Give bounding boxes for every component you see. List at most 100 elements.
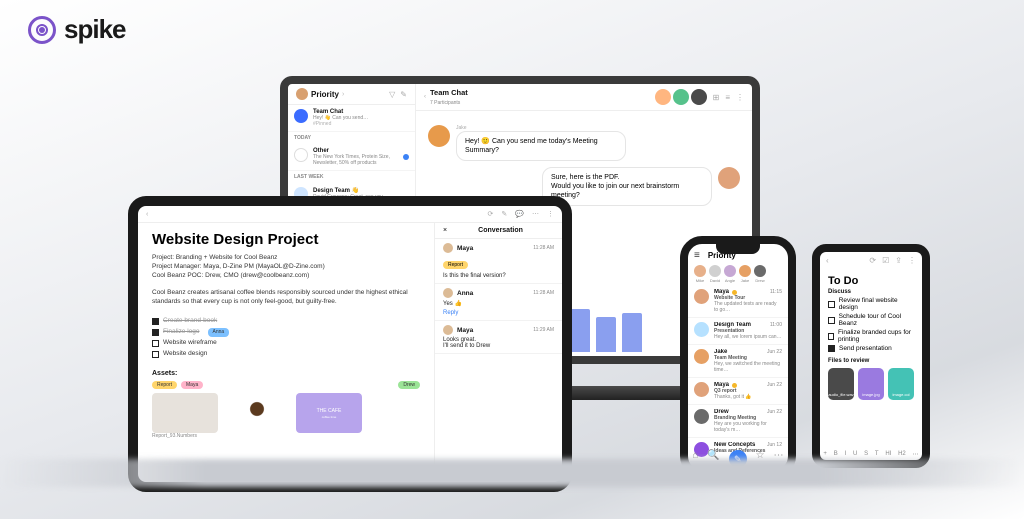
item-preview: Hey are you working for today's m…: [714, 421, 782, 433]
person-avatar[interactable]: [754, 265, 766, 277]
back-icon[interactable]: ‹: [146, 211, 148, 218]
close-icon[interactable]: ×: [443, 227, 447, 234]
asset-tag[interactable]: Drew: [398, 381, 420, 390]
list-item[interactable]: Maya Jun 22 Q3 report Thanks, got it 👍: [688, 378, 788, 405]
format-button[interactable]: ☰: [239, 489, 244, 492]
format-button[interactable]: ≡: [260, 490, 264, 493]
checkbox-icon[interactable]: [152, 340, 159, 347]
item-avatar: [694, 349, 709, 364]
more-icon[interactable]: ⋯: [532, 210, 539, 218]
format-button[interactable]: B: [146, 490, 150, 493]
checkbox-icon[interactable]: [828, 301, 835, 308]
back-icon[interactable]: ‹: [826, 256, 829, 265]
asset-thumb[interactable]: THE CAFEcoffee time: [296, 393, 362, 433]
toolbar-button[interactable]: U: [853, 451, 857, 458]
format-button[interactable]: ≡: [250, 490, 254, 493]
todo-item[interactable]: Schedule tour of Cool Beanz: [828, 313, 914, 327]
item-date: Jun 22: [767, 349, 782, 355]
format-button[interactable]: GIF: [315, 490, 325, 493]
checkbox-icon[interactable]: [828, 317, 835, 324]
conversation-item[interactable]: Maya 11:28 AM Report Is this the final v…: [435, 239, 562, 284]
options-icon[interactable]: ⋮: [736, 93, 744, 102]
file-chip[interactable]: image.jpg: [858, 368, 884, 400]
format-button[interactable]: 🕒: [371, 489, 378, 492]
format-button[interactable]: ≡: [270, 490, 274, 493]
format-button[interactable]: T: [184, 490, 188, 493]
task-item[interactable]: Website design: [152, 350, 420, 359]
sidebar-item[interactable]: Other The New York Times, Protein Size, …: [288, 144, 415, 171]
menu-icon[interactable]: ⋮: [547, 210, 554, 218]
asset-thumb[interactable]: [152, 393, 218, 433]
asset-tag[interactable]: Report: [152, 381, 177, 390]
conversation-item[interactable]: Anna 11:28 AM Yes 👍 Reply: [435, 284, 562, 321]
conversation-item[interactable]: Maya 11:29 AM Looks great. I'll send it …: [435, 321, 562, 354]
format-button[interactable]: @: [331, 490, 337, 493]
item-preview: Thanks, got it 👍: [714, 394, 782, 400]
tablet-device: ‹ ⟳ ✎ 💬 ⋯ ⋮ Website Design Project Proje…: [128, 196, 572, 492]
format-button[interactable]: I: [156, 490, 158, 493]
toolbar-button[interactable]: H2: [898, 451, 906, 458]
checkbox-icon[interactable]: [828, 333, 834, 340]
person-avatar[interactable]: [694, 265, 706, 277]
more-icon[interactable]: ≡: [725, 93, 730, 102]
more-icon[interactable]: ⋮: [908, 256, 916, 265]
todo-item[interactable]: Review final website design: [828, 297, 914, 311]
item-preview: Hey all, we lorem ipsum can…: [714, 334, 782, 340]
format-button[interactable]: { }: [291, 490, 297, 493]
person-avatar[interactable]: [709, 265, 721, 277]
sync-icon[interactable]: ⟳: [869, 256, 876, 265]
file-chip[interactable]: image.col: [888, 368, 914, 400]
task-item[interactable]: Create brand-book: [152, 317, 420, 326]
task-item[interactable]: Finalize logo Anna: [152, 328, 420, 337]
history-icon[interactable]: ⟳: [488, 210, 494, 218]
list-item[interactable]: Maya 11:15 Website Tour The updated test…: [688, 285, 788, 318]
checkbox-icon[interactable]: [152, 329, 159, 336]
format-button[interactable]: #: [343, 490, 346, 493]
video-call-icon[interactable]: ⊞: [713, 93, 720, 102]
toolbar-button[interactable]: B: [834, 451, 838, 458]
chat-subtitle: 7 Participants: [430, 100, 460, 106]
checkbox-icon[interactable]: [152, 351, 159, 358]
checkbox-icon[interactable]: [152, 318, 159, 325]
edit-icon[interactable]: ✎: [501, 210, 507, 218]
person-avatar[interactable]: [739, 265, 751, 277]
format-button[interactable]: ⋮: [279, 489, 285, 492]
toolbar-button[interactable]: T: [875, 451, 879, 458]
format-button[interactable]: ☑: [360, 489, 365, 492]
person-avatar[interactable]: [724, 265, 736, 277]
format-button[interactable]: A: [203, 490, 207, 493]
chat-icon[interactable]: 💬: [515, 210, 524, 218]
asset-tag[interactable]: Maya: [181, 381, 203, 390]
format-button[interactable]: T: [194, 490, 198, 493]
checkbox-icon[interactable]: [828, 345, 835, 352]
menu-icon[interactable]: ≡: [694, 250, 700, 261]
reply-button[interactable]: Reply: [443, 310, 554, 316]
toolbar-button[interactable]: +: [823, 451, 827, 458]
todo-item[interactable]: Send presentation: [828, 345, 914, 352]
file-chip[interactable]: audio_file.wav: [828, 368, 854, 400]
format-button[interactable]: S: [174, 490, 178, 493]
toolbar-button[interactable]: HI: [885, 451, 891, 458]
chat-participant-avatars[interactable]: [655, 89, 707, 105]
sidebar-item[interactable]: Team Chat Hey! 👋 Can you send… #Pinned: [288, 105, 415, 132]
format-button[interactable]: —: [303, 490, 309, 493]
list-item[interactable]: Jake Jun 22 Team Meeting Hey, we switche…: [688, 345, 788, 378]
list-item[interactable]: Drew Jun 22 Branding Meeting Hey are you…: [688, 405, 788, 438]
toolbar-button[interactable]: I: [844, 451, 846, 458]
format-button[interactable]: HI: [213, 490, 219, 493]
sidebar-title[interactable]: Priority: [311, 90, 339, 99]
asset-thumb[interactable]: [224, 393, 290, 433]
toolbar-button[interactable]: ⋯: [913, 451, 919, 458]
format-button[interactable]: U: [164, 490, 168, 493]
filter-icon[interactable]: ▽: [389, 90, 395, 99]
toolbar-button[interactable]: S: [864, 451, 868, 458]
todo-icon[interactable]: ☑: [882, 256, 889, 265]
format-button[interactable]: H2: [225, 490, 233, 493]
todo-item[interactable]: Finalize branded cups for printing: [828, 329, 914, 343]
compose-icon[interactable]: ✎: [400, 90, 407, 99]
task-item[interactable]: Website wireframe: [152, 339, 420, 348]
list-item[interactable]: Design Team 11:00 Presentation Hey all, …: [688, 318, 788, 345]
share-icon[interactable]: ⇪: [895, 256, 902, 265]
format-button[interactable]: /: [352, 490, 354, 493]
sidebar-user-avatar[interactable]: [296, 88, 308, 100]
